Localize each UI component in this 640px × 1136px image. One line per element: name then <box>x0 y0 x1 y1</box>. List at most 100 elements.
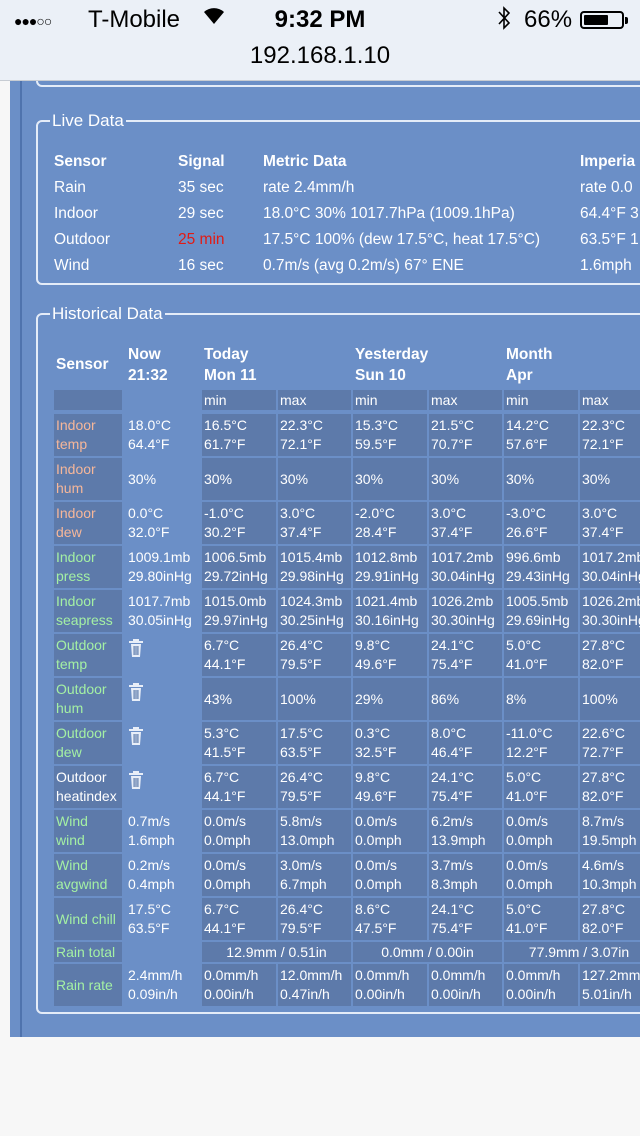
trash-icon[interactable] <box>128 726 144 746</box>
hist-now-value: 1017.7mb 30.05inHg <box>128 593 192 628</box>
hist-row-label: Indoor temp <box>54 414 122 456</box>
hist-value-cell: 3.0°C 37.4°F <box>580 502 640 544</box>
hist-row-label: Wind wind <box>54 810 122 852</box>
hist-rain-total-value: 77.9mm / 3.07in <box>504 942 640 962</box>
hist-value-cell: 30% <box>580 458 640 500</box>
hist-value-cell: 6.7°C 44.1°F <box>202 898 276 940</box>
hist-value-cell: 1006.5mb 29.72inHg <box>202 546 276 588</box>
hist-subheader-min: min <box>504 390 578 410</box>
hist-value-cell: 5.0°C 41.0°F <box>504 634 578 676</box>
hist-row-label: Indoor hum <box>54 458 122 500</box>
hist-value-cell: 27.8°C 82.0°F <box>580 634 640 676</box>
hist-value-cell: 12.0mm/h 0.47in/h <box>278 964 351 1006</box>
hist-value-cell: 4.6m/s 10.3mph <box>580 854 640 896</box>
hist-value-cell: 1015.0mb 29.97inHg <box>202 590 276 632</box>
live-signal-age: 25 min <box>178 231 225 248</box>
live-data-legend: Live Data <box>52 111 124 130</box>
hist-value-cell: 0.0mm/h 0.00in/h <box>429 964 502 1006</box>
hist-value-cell: 5.0°C 41.0°F <box>504 766 578 808</box>
trash-icon[interactable] <box>128 682 144 702</box>
hist-row-label: Wind avgwind <box>54 854 122 896</box>
live-header-sensor: Sensor <box>54 153 107 170</box>
hist-value-cell: 0.0mm/h 0.00in/h <box>202 964 276 1006</box>
weather-page: Live Data Sensor Signal Metric Data Imperia… <box>10 81 640 1037</box>
hist-subheader-blank <box>54 390 122 410</box>
hist-now-value: 18.0°C 64.4°F <box>128 417 171 452</box>
hist-value-cell: 5.0°C 41.0°F <box>504 898 578 940</box>
hist-now-value: 0.7m/s 1.6mph <box>128 813 175 848</box>
hist-value-cell: -1.0°C 30.2°F <box>202 502 276 544</box>
hist-value-cell: 86% <box>429 678 502 720</box>
hist-value-cell: 30% <box>353 458 427 500</box>
hist-value-cell: 0.0m/s 0.0mph <box>202 854 276 896</box>
hist-value-cell: 1024.3mb 30.25inHg <box>278 590 351 632</box>
live-sensor-name: Indoor <box>54 205 98 222</box>
hist-value-cell: 996.6mb 29.43inHg <box>504 546 578 588</box>
hist-now-value: 30% <box>128 471 157 487</box>
live-metric-value: 17.5°C 100% (dew 17.5°C, heat 17.5°C) <box>263 231 541 248</box>
hist-subheader-max: max <box>278 390 351 410</box>
historical-data-section: Historical Data Sensor Now 21:32 Today Mon… <box>36 304 640 1014</box>
live-imperial-value: 1.6mph <box>580 257 632 274</box>
status-bar: ●●●○○ T-Mobile 9:32 PM 66% <box>0 0 640 40</box>
hist-value-cell: 24.1°C 75.4°F <box>429 766 502 808</box>
hist-value-cell: 3.0°C 37.4°F <box>429 502 502 544</box>
live-metric-value: 0.7m/s (avg 0.2m/s) 67° ENE <box>263 257 464 274</box>
hist-value-cell: 0.0m/s 0.0mph <box>353 810 427 852</box>
hist-value-cell: 30% <box>504 458 578 500</box>
previous-section-bottom <box>36 81 640 87</box>
hist-value-cell: 9.8°C 49.6°F <box>353 634 427 676</box>
hist-value-cell: 0.0m/s 0.0mph <box>504 854 578 896</box>
hist-row-label: Rain total <box>54 942 122 962</box>
hist-value-cell: 27.8°C 82.0°F <box>580 766 640 808</box>
hist-subheader-max: max <box>429 390 502 410</box>
hist-value-cell: 5.3°C 41.5°F <box>202 722 276 764</box>
hist-value-cell: 3.0°C 37.4°F <box>278 502 351 544</box>
hist-row-label: Outdoor dew <box>54 722 122 764</box>
live-metric-value: 18.0°C 30% 1017.7hPa (1009.1hPa) <box>263 205 515 222</box>
hist-value-cell: 30% <box>202 458 276 500</box>
hist-value-cell: 1005.5mb 29.69inHg <box>504 590 578 632</box>
hist-subheader-min: min <box>353 390 427 410</box>
hist-now-value: 2.4mm/h 0.09in/h <box>128 967 183 1002</box>
hist-value-cell: 8.7m/s 19.5mph <box>580 810 640 852</box>
hist-now-value: 17.5°C 63.5°F <box>128 901 171 936</box>
live-metric-value: rate 2.4mm/h <box>263 179 355 196</box>
live-header-imperial: Imperia <box>580 153 636 170</box>
hist-value-cell: 6.2m/s 13.9mph <box>429 810 502 852</box>
hist-value-cell: 24.1°C 75.4°F <box>429 634 502 676</box>
live-signal-age: 16 sec <box>178 257 224 274</box>
hist-row-label: Wind chill <box>54 898 122 940</box>
live-signal-age: 35 sec <box>178 179 224 196</box>
hist-value-cell: -2.0°C 28.4°F <box>353 502 427 544</box>
hist-rain-total-value: 12.9mm / 0.51in <box>202 942 351 962</box>
live-header-metric: Metric Data <box>263 153 347 170</box>
hist-header-today: Today Mon 11 <box>204 346 257 384</box>
hist-value-cell: 1017.2mb 30.04inHg <box>580 546 640 588</box>
hist-value-cell: 0.0m/s 0.0mph <box>202 810 276 852</box>
hist-value-cell: 26.4°C 79.5°F <box>278 766 351 808</box>
hist-header-yesterday: Yesterday Sun 10 <box>355 346 429 384</box>
hist-value-cell: 0.3°C 32.5°F <box>353 722 427 764</box>
page-left-border <box>20 81 22 1037</box>
bluetooth-icon <box>496 5 512 37</box>
hist-header-month: Month Apr <box>506 346 553 384</box>
live-imperial-value: 64.4°F 3 <box>580 205 639 222</box>
hist-value-cell: 0.0m/s 0.0mph <box>353 854 427 896</box>
hist-value-cell: 0.0mm/h 0.00in/h <box>353 964 427 1006</box>
hist-value-cell: 24.1°C 75.4°F <box>429 898 502 940</box>
hist-row-label: Outdoor temp <box>54 634 122 676</box>
url-address[interactable]: 192.168.1.10 <box>0 42 640 70</box>
hist-value-cell: 30% <box>429 458 502 500</box>
hist-value-cell: 1026.2mb 30.30inHg <box>429 590 502 632</box>
trash-icon[interactable] <box>128 770 144 790</box>
battery-icon <box>580 11 628 29</box>
browser-top-bar: ●●●○○ T-Mobile 9:32 PM 66% 192.168.1.10 <box>0 0 640 81</box>
hist-value-cell: 9.8°C 49.6°F <box>353 766 427 808</box>
hist-value-cell: 8% <box>504 678 578 720</box>
hist-subheader-max: max <box>580 390 640 410</box>
live-signal-age: 29 sec <box>178 205 224 222</box>
hist-value-cell: 1026.2mb 30.30inHg <box>580 590 640 632</box>
hist-value-cell: 22.3°C 72.1°F <box>580 414 640 456</box>
trash-icon[interactable] <box>128 638 144 658</box>
